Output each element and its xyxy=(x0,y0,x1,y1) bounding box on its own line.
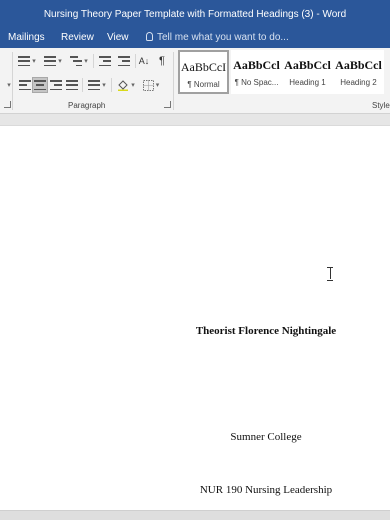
align-right-button[interactable] xyxy=(48,77,63,93)
borders-icon xyxy=(142,79,154,91)
status-bar xyxy=(0,510,390,520)
pilcrow-icon: ¶ xyxy=(159,55,165,67)
window-title: Nursing Theory Paper Template with Forma… xyxy=(0,0,390,28)
style-preview: AaBbCcI xyxy=(180,60,227,74)
chevron-down-icon: ▾ xyxy=(155,82,160,89)
align-right-icon xyxy=(49,80,62,90)
align-center-icon xyxy=(34,80,46,90)
tab-mailings[interactable]: Mailings xyxy=(8,31,45,45)
chevron-down-icon: ▾ xyxy=(58,58,62,65)
style-preview: AaBbCcl xyxy=(284,58,331,72)
style-preview: AaBbCcl xyxy=(233,58,280,72)
align-left-button[interactable] xyxy=(17,77,32,93)
style-name: ¶ Normal xyxy=(187,80,220,89)
style-no-spacing[interactable]: AaBbCcl ¶ No Spac... xyxy=(231,50,282,94)
bullet-list-icon xyxy=(18,56,31,66)
divider xyxy=(111,78,112,92)
style-preview: AaBbCcl xyxy=(335,58,382,72)
styles-group-label: Styles xyxy=(372,101,390,110)
style-normal[interactable]: AaBbCcI ¶ Normal xyxy=(178,50,229,94)
style-name: ¶ No Spac... xyxy=(234,78,279,87)
show-hide-button[interactable]: ¶ xyxy=(155,53,169,69)
decrease-indent-icon xyxy=(99,56,111,66)
line-spacing-icon xyxy=(88,80,101,90)
text-cursor-icon xyxy=(327,267,333,281)
numbering-button[interactable]: ▾ xyxy=(42,53,64,69)
chevron-down-icon: ▾ xyxy=(7,82,11,89)
increase-indent-button[interactable] xyxy=(116,53,132,69)
tell-me-placeholder: Tell me what you want to do... xyxy=(157,32,289,43)
style-name: Heading 2 xyxy=(340,78,377,87)
chevron-down-icon: ▾ xyxy=(84,58,88,65)
tab-view[interactable]: View xyxy=(107,31,129,45)
tab-review[interactable]: Review xyxy=(61,31,94,45)
numbered-list-icon xyxy=(44,56,57,66)
style-name: Heading 1 xyxy=(289,78,326,87)
multilevel-list-button[interactable]: ▾ xyxy=(68,53,90,69)
tell-me-box[interactable]: Tell me what you want to do... xyxy=(146,31,289,45)
justify-button[interactable] xyxy=(64,77,79,93)
chevron-down-icon: ▾ xyxy=(32,58,36,65)
divider xyxy=(82,78,83,92)
paragraph-dialog-launcher-icon[interactable] xyxy=(164,101,171,108)
course-name[interactable]: NUR 190 Nursing Leadership xyxy=(142,484,390,496)
decrease-indent-button[interactable] xyxy=(97,53,113,69)
increase-indent-icon xyxy=(118,56,130,66)
shading-button[interactable]: ▾ xyxy=(115,77,137,93)
styles-gallery: AaBbCcI ¶ Normal AaBbCcl ¶ No Spac... Aa… xyxy=(176,50,390,94)
document-page[interactable]: Theorist Florence Nightingale Sumner Col… xyxy=(0,126,390,510)
font-dialog-launcher-icon[interactable] xyxy=(4,101,11,108)
ribbon: ▾ ▾ ▾ A↓ ¶ ▾ ▾ ▾ ▾ Paragraph Style AaBbC… xyxy=(0,48,390,114)
center-button[interactable] xyxy=(32,77,48,93)
bullets-button[interactable]: ▾ xyxy=(16,53,38,69)
paragraph-group-label: Paragraph xyxy=(68,101,106,110)
document-title[interactable]: Theorist Florence Nightingale xyxy=(142,325,390,337)
group-divider xyxy=(173,52,174,110)
multilevel-list-icon xyxy=(70,56,83,66)
ruler-area xyxy=(0,114,390,126)
style-heading-1[interactable]: AaBbCcl Heading 1 xyxy=(282,50,333,94)
lightbulb-icon xyxy=(146,32,153,41)
row-overflow-button[interactable]: ▾ xyxy=(4,77,12,93)
group-divider xyxy=(12,52,13,110)
sort-icon: A↓ xyxy=(138,56,150,66)
divider xyxy=(93,54,94,68)
borders-button[interactable]: ▾ xyxy=(140,77,162,93)
college-name[interactable]: Sumner College xyxy=(142,431,390,443)
chevron-down-icon: ▾ xyxy=(102,82,106,89)
justify-icon xyxy=(65,80,78,90)
sort-button[interactable]: A↓ xyxy=(136,53,152,69)
paint-bucket-icon xyxy=(118,80,129,91)
align-left-icon xyxy=(18,80,31,90)
line-spacing-button[interactable]: ▾ xyxy=(86,77,108,93)
style-heading-2[interactable]: AaBbCcl Heading 2 xyxy=(333,50,384,94)
ribbon-tab-bar: Mailings Review View Tell me what you wa… xyxy=(0,28,390,48)
chevron-down-icon: ▾ xyxy=(131,82,135,89)
